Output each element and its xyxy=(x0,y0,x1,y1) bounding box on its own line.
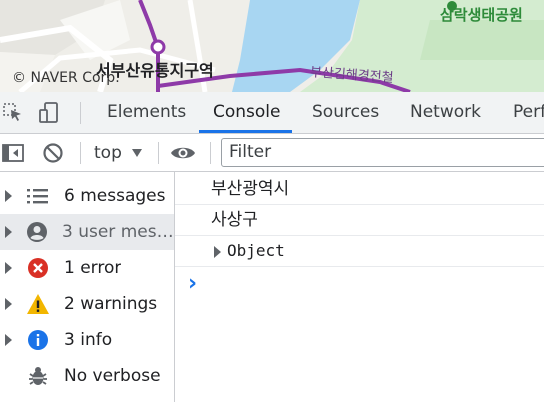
filterbar-divider xyxy=(80,142,81,164)
sidebar-item-label: 2 warnings xyxy=(64,294,158,314)
console-log-text: 사상구 xyxy=(211,210,258,230)
console-filter-bar: top Filter xyxy=(0,134,544,172)
cursor-icon xyxy=(3,102,21,121)
context-selector-label: top xyxy=(94,142,122,163)
warning-icon xyxy=(26,292,50,316)
active-tab-indicator xyxy=(199,130,292,133)
sidebar-item-info[interactable]: 3 info xyxy=(0,322,174,358)
clear-console-button[interactable] xyxy=(38,134,68,171)
toggle-sidebar-button[interactable] xyxy=(0,134,26,171)
block-icon xyxy=(43,142,63,163)
devtools-toolbar: Elements Console Sources Network Perf xyxy=(0,92,544,134)
context-selector[interactable]: top xyxy=(88,134,142,171)
bug-icon xyxy=(26,364,50,388)
tab-network[interactable]: Network xyxy=(410,92,481,133)
map-copyright: © NAVER Corp. xyxy=(12,70,120,86)
expand-arrow-icon xyxy=(5,226,12,238)
filterbar-divider-2 xyxy=(158,142,159,164)
expand-arrow-icon xyxy=(5,190,12,202)
park-label[interactable]: 삼락생태공원 xyxy=(440,4,523,25)
console-prompt[interactable]: › xyxy=(188,273,197,295)
sidebar-item-user-messages[interactable]: 3 user messages xyxy=(0,214,174,250)
sidebar-item-label: No verbose xyxy=(64,366,161,386)
toolbar-divider xyxy=(80,102,81,124)
sidebar-item-label: 3 info xyxy=(64,330,113,350)
inspect-element-button[interactable] xyxy=(0,92,26,133)
map-view[interactable]: 삼락생태공원 서부산유통지구역 부산김해경전철 © NAVER Corp. xyxy=(0,0,544,92)
sidebar-item-verbose[interactable]: No verbose xyxy=(0,358,174,394)
device-icon xyxy=(39,101,58,123)
console-log-text: 부산광역시 xyxy=(211,179,290,199)
expand-arrow-icon xyxy=(5,334,12,346)
expand-arrow-icon xyxy=(5,298,12,310)
console-log-row[interactable]: 부산광역시 xyxy=(175,174,544,205)
tab-performance[interactable]: Perf xyxy=(513,92,544,133)
station-marker[interactable] xyxy=(150,39,166,55)
sidebar-item-label: 1 error xyxy=(64,258,122,278)
prompt-chevron-icon: › xyxy=(188,271,198,296)
sidebar-toggle-icon xyxy=(2,143,24,162)
sidebar-item-errors[interactable]: 1 error xyxy=(0,250,174,286)
eye-icon xyxy=(171,147,195,158)
list-icon xyxy=(26,184,50,208)
console-output[interactable]: 부산광역시 사상구 Object › xyxy=(175,172,544,402)
sidebar-item-label: 3 user messages xyxy=(62,222,174,242)
filterbar-divider-3 xyxy=(210,142,211,164)
live-expression-button[interactable] xyxy=(167,134,199,171)
info-icon xyxy=(26,328,50,352)
device-toolbar-button[interactable] xyxy=(34,92,64,133)
tab-console[interactable]: Console xyxy=(213,92,281,133)
tab-elements[interactable]: Elements xyxy=(107,92,186,133)
tab-sources[interactable]: Sources xyxy=(312,92,379,133)
expand-arrow-icon xyxy=(5,262,12,274)
error-icon xyxy=(26,256,50,280)
console-object-label[interactable]: Object xyxy=(227,236,285,266)
sidebar-item-label: 6 messages xyxy=(64,186,166,206)
user-icon xyxy=(26,220,48,244)
expand-object-arrow-icon[interactable] xyxy=(214,246,221,258)
console-log-row[interactable]: 사상구 xyxy=(175,205,544,236)
sidebar-item-warnings[interactable]: 2 warnings xyxy=(0,286,174,322)
console-sidebar: 6 messages 3 user messages 1 error xyxy=(0,172,175,402)
console-filter-input[interactable]: Filter xyxy=(221,138,544,167)
sidebar-item-messages[interactable]: 6 messages xyxy=(0,178,174,214)
dropdown-arrow-icon xyxy=(131,148,142,157)
console-log-row-object[interactable]: Object xyxy=(175,236,544,267)
